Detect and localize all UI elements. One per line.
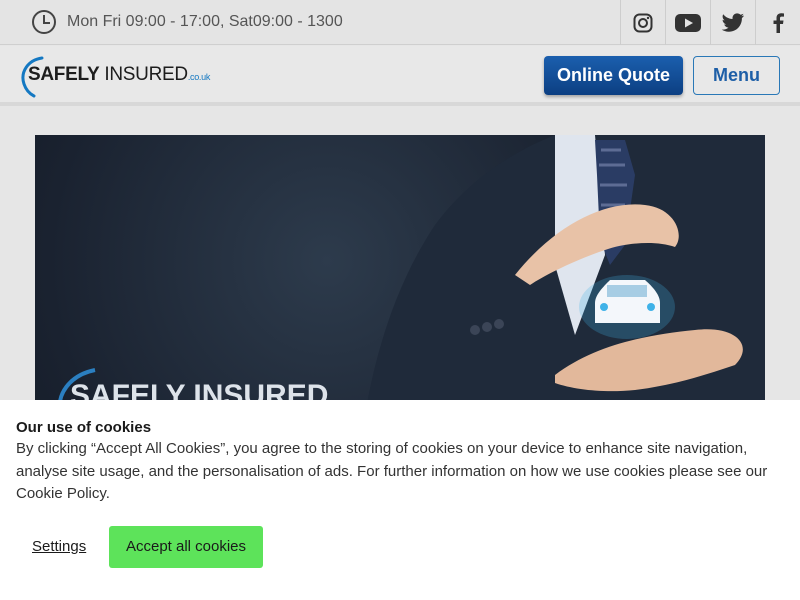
facebook-link[interactable] xyxy=(755,0,800,45)
clock-icon xyxy=(32,10,56,34)
twitter-link[interactable] xyxy=(710,0,755,45)
instagram-link[interactable] xyxy=(620,0,665,45)
cookie-body: By clicking “Accept All Cookies”, you ag… xyxy=(16,440,768,502)
cookie-settings-link[interactable]: Settings xyxy=(32,538,86,555)
youtube-icon xyxy=(675,13,701,32)
menu-button[interactable]: Menu xyxy=(693,56,780,95)
online-quote-button[interactable]: Online Quote xyxy=(544,56,683,95)
logo-brand-insured: INSURED xyxy=(99,64,188,85)
cookie-banner: Our use of cookies By clicking “Accept A… xyxy=(0,400,800,600)
top-bar: Mon Fri 09:00 - 17:00, Sat09:00 - 1300 xyxy=(0,0,800,45)
logo-brand: SAFELY xyxy=(28,64,100,85)
opening-hours: Mon Fri 09:00 - 17:00, Sat09:00 - 1300 xyxy=(32,10,343,34)
logo-domain: .co.uk xyxy=(187,72,211,82)
social-links xyxy=(620,0,800,45)
site-logo[interactable]: SAFELY INSURED.co.uk xyxy=(20,54,210,98)
facebook-icon xyxy=(773,12,784,33)
twitter-icon xyxy=(721,12,744,32)
hero-illustration: SAFELY INSURED xyxy=(57,135,765,415)
logo-text: SAFELY INSURED.co.uk xyxy=(28,64,210,86)
opening-hours-text: Mon Fri 09:00 - 17:00, Sat09:00 - 1300 xyxy=(67,13,343,30)
accept-all-cookies-button[interactable]: Accept all cookies xyxy=(109,526,263,568)
site-header: SAFELY INSURED.co.uk Online Quote Menu xyxy=(0,46,800,106)
hero-image: SAFELY INSURED xyxy=(35,135,765,415)
youtube-link[interactable] xyxy=(665,0,710,45)
cookie-title: Our use of cookies xyxy=(16,419,152,436)
instagram-icon xyxy=(633,13,653,32)
